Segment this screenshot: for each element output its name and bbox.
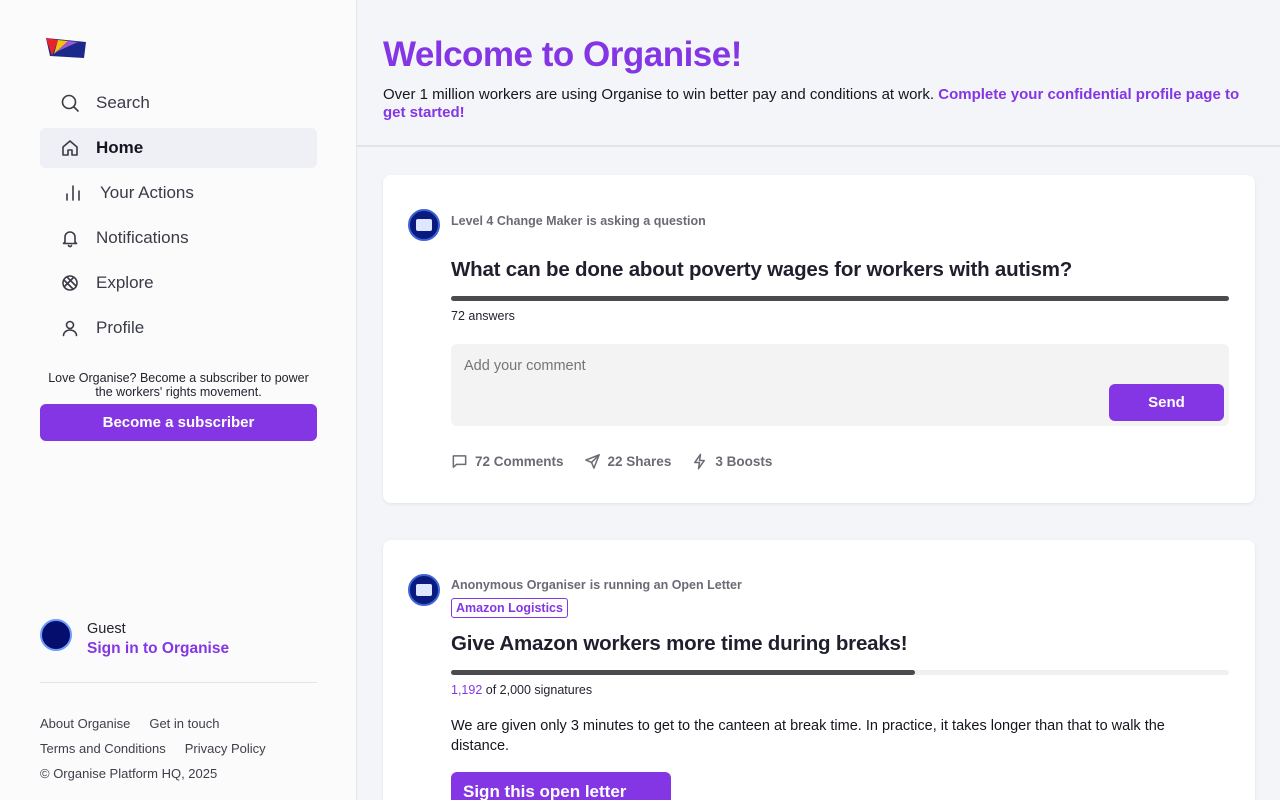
nav-label: Home	[96, 138, 144, 157]
nav-item-profile[interactable]: Profile	[40, 308, 317, 348]
copyright: © Organise Platform HQ, 2025	[40, 766, 218, 781]
boosts-count: 3 Boosts	[715, 454, 773, 469]
privacy-link[interactable]: Privacy Policy	[185, 741, 266, 756]
page-title: Welcome to Organise!	[383, 35, 742, 74]
comments-count: 72 Comments	[475, 454, 564, 469]
post-action: is running an Open Letter	[589, 578, 742, 592]
post-action: is asking a question	[586, 214, 706, 228]
user-icon	[60, 318, 80, 338]
guest-account: Guest Sign in to Organise	[40, 619, 317, 659]
intro-body: Over 1 million workers are using Organis…	[383, 86, 939, 103]
nav-item-notifications[interactable]: Notifications	[40, 218, 317, 258]
sidebar: Search Home Your Actions Notifications E…	[0, 0, 357, 800]
letter-body: We are given only 3 minutes to get to th…	[451, 718, 1165, 754]
post-title[interactable]: Give Amazon workers more time during bre…	[451, 632, 908, 656]
send-icon	[584, 454, 600, 469]
main-nav: Search Home Your Actions Notifications E…	[40, 83, 317, 353]
answer-count: 72 answers	[451, 309, 515, 323]
post-title[interactable]: What can be done about poverty wages for…	[451, 258, 1072, 282]
employer-tag[interactable]: Amazon Logistics	[451, 598, 568, 618]
progress-fill	[451, 296, 1229, 301]
comment-icon	[452, 455, 467, 468]
comment-input[interactable]	[464, 358, 1064, 374]
shares-count: 22 Shares	[607, 454, 672, 469]
about-link[interactable]: About Organise	[40, 716, 130, 731]
progress-bar	[451, 296, 1229, 301]
send-button[interactable]: Send	[1109, 384, 1224, 421]
search-icon	[60, 93, 80, 113]
signatures-number: 1,192	[451, 683, 483, 697]
author-name[interactable]: Level 4 Change Maker	[451, 214, 582, 228]
signature-progress-bar	[451, 670, 1229, 675]
divider	[40, 682, 317, 683]
nav-item-home[interactable]: Home	[40, 128, 317, 168]
avatar	[40, 619, 72, 651]
bell-icon	[60, 228, 80, 248]
shares-stat[interactable]: 22 Shares	[584, 453, 672, 470]
bar-chart-icon	[63, 183, 83, 203]
lightning-icon	[694, 453, 706, 470]
nav-item-search[interactable]: Search	[40, 83, 317, 123]
boosts-stat[interactable]: 3 Boosts	[691, 453, 772, 470]
author-avatar	[408, 574, 440, 606]
footer-links: About Organise Get in touch Terms and Co…	[40, 711, 330, 786]
nav-item-explore[interactable]: Explore	[40, 263, 317, 303]
nav-label: Profile	[96, 318, 145, 337]
nav-item-your-actions[interactable]: Your Actions	[40, 173, 317, 213]
progress-fill	[451, 670, 915, 675]
intro-text: Over 1 million workers are using Organis…	[383, 86, 1243, 122]
open-letter-card: Anonymous Organiser is running an Open Le…	[383, 540, 1255, 800]
subscribe-promo-text: Love Organise? Become a subscriber to po…	[48, 371, 309, 399]
page-header: Welcome to Organise! Over 1 million work…	[357, 0, 1280, 147]
signature-count: 1,192 of 2,000 signatures	[451, 683, 592, 697]
question-card: Level 4 Change Maker is asking a question…	[383, 175, 1255, 503]
post-meta: Anonymous Organiser is running an Open Le…	[451, 578, 742, 592]
comments-stat[interactable]: 72 Comments	[451, 453, 564, 470]
terms-link[interactable]: Terms and Conditions	[40, 741, 166, 756]
contact-link[interactable]: Get in touch	[149, 716, 219, 731]
nav-label: Your Actions	[100, 183, 194, 202]
explore-icon	[60, 273, 80, 293]
organise-logo[interactable]	[44, 36, 88, 62]
post-meta: Level 4 Change Maker is asking a question	[451, 214, 706, 228]
author-avatar	[408, 209, 440, 241]
become-subscriber-button[interactable]: Become a subscriber	[40, 404, 317, 441]
sign-letter-button[interactable]: Sign this open letter	[451, 772, 671, 800]
nav-label: Explore	[96, 273, 154, 292]
comment-box: Send	[451, 344, 1229, 426]
author-name[interactable]: Anonymous Organiser	[451, 578, 586, 592]
main-content: Welcome to Organise! Over 1 million work…	[357, 0, 1280, 800]
guest-name: Guest	[87, 621, 126, 637]
post-stats: 72 Comments 22 Shares 3 Boosts	[451, 453, 792, 470]
sign-in-link[interactable]: Sign in to Organise	[87, 640, 229, 658]
home-icon	[60, 138, 80, 158]
nav-label: Notifications	[96, 228, 189, 247]
nav-label: Search	[96, 93, 150, 112]
signatures-goal: of 2,000 signatures	[482, 683, 593, 697]
